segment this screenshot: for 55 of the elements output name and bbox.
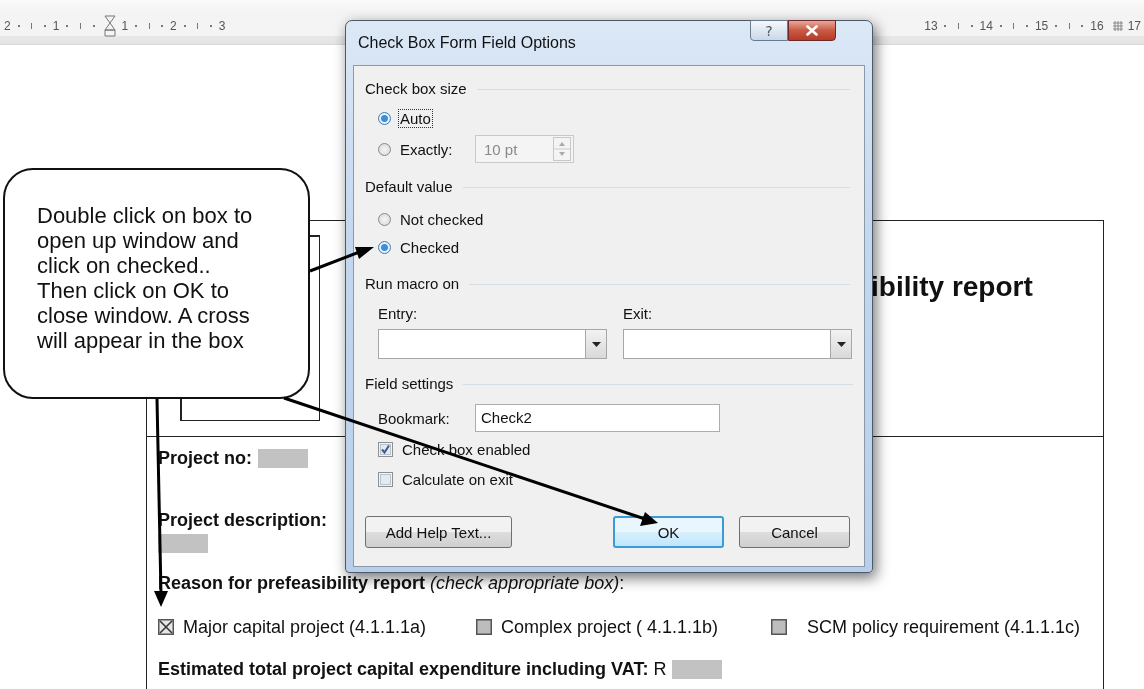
radio-button[interactable] [378,212,391,226]
form-field[interactable] [258,448,308,468]
checkbox[interactable] [476,619,492,635]
group-heading: Field settings [365,375,454,393]
dialog-button[interactable]: Cancel [739,516,850,548]
ruler-number: 16 [1089,18,1105,33]
option-label: Complex project ( 4.1.1.1b) [501,616,719,638]
group-heading: Run macro on [365,275,460,293]
group-heading: Check box size [365,80,467,98]
crossed-checkbox[interactable] [158,619,174,635]
ruler-number: 1 [51,18,61,33]
indent-marker-icon[interactable] [104,14,117,37]
callout-text: Double click on box to open up window and click on checked.. Then click on OK to close window. A cross will appear in the box [37,203,254,353]
option-label: Major capital project (4.1.1.1a) [183,616,427,638]
ruler-number: 17 [1126,18,1142,33]
ruler-number: 2 [169,18,178,33]
ruler-number: 13 [923,18,939,33]
checkbox[interactable] [378,442,393,457]
caret-icon [591,341,601,347]
ruler-number: 1 [120,18,130,33]
window-title: Check Box Form Field Options [358,34,576,52]
radio-label: Checked [400,238,460,256]
ruler-number: 3 [217,18,227,33]
close-icon [806,25,818,36]
radio-label: Exactly: [400,140,454,158]
field-label: Exit: [623,305,654,323]
checkbox-label: Calculate on exit [402,471,513,488]
arrow [309,247,374,273]
field-label: Bookmark: [378,409,451,427]
form-field[interactable] [672,659,723,679]
ruler-number: 14 [978,18,994,33]
add-help-text-button[interactable]: Add Help Text... [365,516,512,548]
checkbox[interactable] [378,472,393,487]
help-button[interactable]: ? [750,20,788,41]
form-field[interactable] [158,534,208,553]
macro-dropdown[interactable] [378,329,607,359]
dialog-button[interactable]: OK [613,516,724,548]
document-title: ibility report [871,271,1033,303]
radio-label: Auto [399,109,432,127]
ruler-number: 15 [1033,18,1050,33]
radio-button[interactable] [378,142,391,156]
column-marker-icon[interactable] [1110,18,1125,33]
group-heading: Default value [365,178,453,196]
field-label: Estimated total project capital expenditure including VAT: R [158,658,667,680]
caret-icon [836,341,846,347]
checkbox[interactable] [771,619,787,635]
option-label: SCM policy requirement (4.1.1.1c) [807,616,1081,638]
field-label: Entry: [378,305,419,323]
macro-dropdown[interactable] [623,329,852,359]
bookmark-field[interactable]: Check2 [475,404,720,432]
close-button[interactable] [788,20,836,41]
radio-button[interactable] [378,240,391,254]
radio-label: Not checked [400,210,484,228]
ruler-number: 2 [3,18,12,33]
radio-button[interactable] [378,111,391,125]
